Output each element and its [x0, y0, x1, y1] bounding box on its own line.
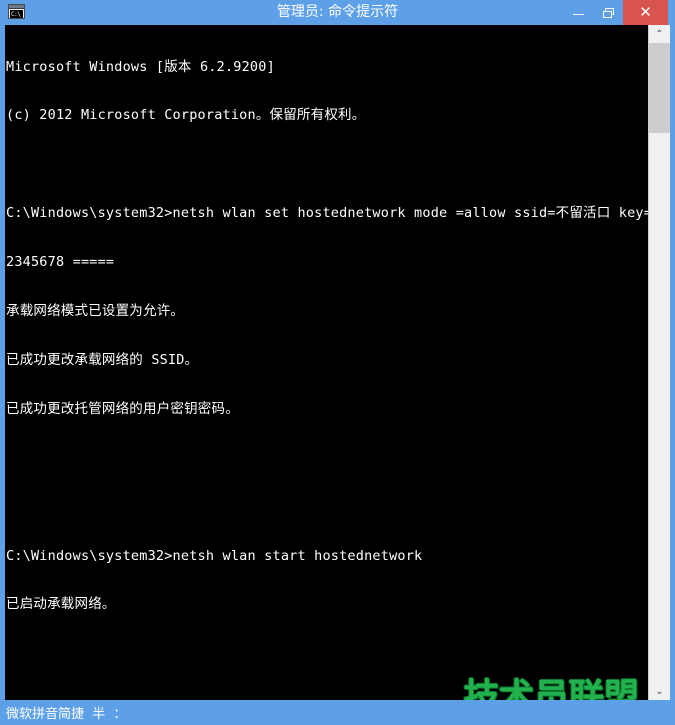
minimize-button[interactable]: [563, 0, 593, 25]
console-icon-titlebar: [9, 5, 24, 9]
scroll-down-button[interactable]: ⌄: [649, 682, 670, 700]
console-line: 已成功更改托管网络的用户密钥密码。: [6, 400, 239, 417]
restore-icon: [602, 7, 614, 18]
scrollbar-track[interactable]: [649, 133, 670, 682]
scrollbar-thumb[interactable]: [649, 43, 670, 133]
console-line: Microsoft Windows [版本 6.2.9200]: [6, 58, 275, 75]
console-line: 已启动承载网络。: [6, 596, 116, 613]
ime-status-bar[interactable]: 微软拼音简捷 半 ：: [0, 700, 675, 725]
maximize-restore-button[interactable]: [593, 0, 623, 25]
chevron-up-icon: ⌃: [655, 28, 664, 40]
console-line: C:\Windows\system32>netsh wlan start hos…: [6, 547, 423, 564]
vertical-scrollbar[interactable]: ⌃ ⌄: [648, 25, 670, 700]
chevron-down-icon: ⌄: [655, 685, 664, 697]
console-icon-text: C:\: [10, 10, 23, 18]
console-line: C:\Windows\system32>netsh wlan set hoste…: [6, 205, 661, 222]
scroll-up-button[interactable]: ⌃: [649, 25, 670, 43]
console-icon: C:\: [8, 4, 25, 19]
close-button[interactable]: ✕: [623, 0, 668, 25]
console-line: (c) 2012 Microsoft Corporation。保留所有权利。: [6, 107, 366, 124]
console-client-area[interactable]: Microsoft Windows [版本 6.2.9200] (c) 2012…: [5, 25, 670, 700]
minimize-icon: [572, 14, 584, 15]
title-bar[interactable]: C:\ 管理员: 命令提示符 ✕: [0, 0, 675, 25]
console-line: 2345678 =====: [6, 254, 115, 271]
console-line: 已成功更改承载网络的 SSID。: [6, 351, 199, 368]
ime-mode-label: 微软拼音简捷 半 ：: [6, 707, 127, 722]
close-icon: ✕: [639, 3, 652, 21]
console-output[interactable]: Microsoft Windows [版本 6.2.9200] (c) 2012…: [5, 26, 661, 700]
console-line: 承载网络模式已设置为允许。: [6, 303, 185, 320]
command-prompt-window: C:\ 管理员: 命令提示符 ✕ Microsoft Windows [版本 6…: [0, 0, 675, 725]
